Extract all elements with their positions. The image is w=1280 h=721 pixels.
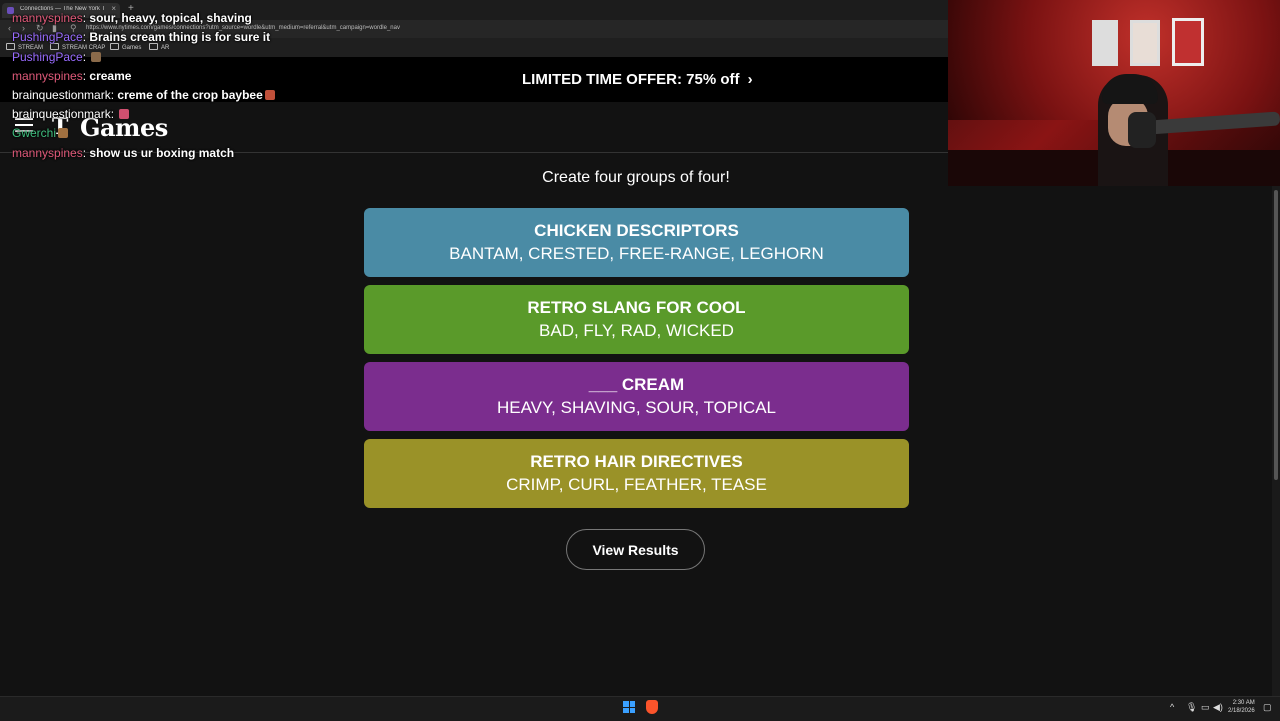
wall-frame: [1172, 18, 1204, 66]
offer-text: LIMITED TIME OFFER: 75% off: [522, 71, 740, 88]
chat-username: brainquestionmark: [12, 107, 111, 121]
network-icon[interactable]: ▭: [1201, 702, 1210, 713]
solved-group-1: CHICKEN DESCRIPTORS BANTAM, CRESTED, FRE…: [364, 208, 909, 277]
bookmark-label: AR: [161, 45, 170, 51]
solved-group-4: RETRO HAIR DIRECTIVES CRIMP, CURL, FEATH…: [364, 439, 909, 508]
chat-text: Brains cream thing is for sure it: [89, 30, 271, 44]
tray-chevron-icon[interactable]: ^: [1170, 702, 1174, 712]
clock-date: 2/18/2026: [1228, 708, 1255, 714]
bookmark-folder[interactable]: AR: [149, 43, 169, 51]
group-title: CHICKEN DESCRIPTORS: [534, 221, 739, 240]
chevron-right-icon: ›: [747, 71, 753, 88]
chat-message: mannyspines: sour, heavy, topical, shavi…: [12, 11, 252, 25]
wall-frame: [1092, 20, 1118, 66]
offer-link[interactable]: LIMITED TIME OFFER: 75% off ›: [522, 71, 753, 88]
chat-username: mannyspines: [12, 69, 83, 83]
chat-username: Gwerchi: [12, 126, 57, 140]
folder-icon: [110, 43, 119, 50]
taskbar: [0, 696, 1280, 721]
group-words: CRIMP, CURL, FEATHER, TEASE: [506, 475, 767, 494]
chat-message: brainquestionmark:: [12, 107, 130, 121]
microphone-tray-icon[interactable]: 🎙: [1186, 702, 1197, 713]
chat-message: Gwerchi: [12, 126, 69, 140]
taskbar-clock[interactable]: 2:30 AM 2/18/2026: [1228, 699, 1255, 715]
chat-username: PushingPace: [12, 50, 83, 64]
emote-icon: [58, 128, 69, 138]
chat-username: mannyspines: [12, 146, 83, 160]
chat-message: PushingPace: Brains cream thing is for s…: [12, 30, 270, 44]
notification-icon[interactable]: ▢: [1263, 702, 1272, 713]
folder-icon: [6, 43, 15, 50]
chat-message: PushingPace:: [12, 50, 102, 64]
page-background: [948, 186, 1272, 696]
chat-separator: :: [110, 107, 118, 121]
chat-text: creame: [89, 69, 132, 83]
wall-frame: [1130, 20, 1160, 66]
bookmark-folder[interactable]: Games: [110, 43, 141, 51]
chat-message: mannyspines: creame: [12, 69, 131, 83]
chat-username: PushingPace: [12, 30, 83, 44]
chat-text: show us ur boxing match: [89, 146, 235, 160]
chat-text: sour, heavy, topical, shaving: [89, 11, 252, 25]
group-title: RETRO HAIR DIRECTIVES: [530, 452, 743, 471]
microphone-icon: [1128, 112, 1156, 148]
group-words: HEAVY, SHAVING, SOUR, TOPICAL: [496, 398, 776, 417]
windows-start-icon[interactable]: [623, 701, 635, 713]
chat-username: mannyspines: [12, 11, 83, 25]
back-icon[interactable]: ‹: [8, 23, 11, 33]
scrollbar[interactable]: [1272, 186, 1280, 696]
clock-time: 2:30 AM: [1232, 700, 1255, 706]
chat-text: creme of the crop baybee: [117, 88, 263, 102]
chat-message: mannyspines: show us ur boxing match: [12, 146, 234, 160]
group-title: ___ CREAM: [588, 375, 685, 394]
emote-icon: [119, 109, 130, 119]
group-words: BANTAM, CRESTED, FREE-RANGE, LEGHORN: [449, 244, 824, 263]
solved-group-2: RETRO SLANG FOR COOL BAD, FLY, RAD, WICK…: [364, 285, 909, 354]
folder-icon: [50, 43, 59, 50]
bookmark-label: Games: [122, 45, 142, 51]
folder-icon: [149, 43, 158, 50]
volume-icon[interactable]: ◀): [1213, 702, 1223, 713]
solved-group-3: ___ CREAM HEAVY, SHAVING, SOUR, TOPICAL: [364, 362, 909, 431]
webcam-feed: [948, 0, 1280, 186]
emote-icon: [264, 90, 275, 100]
chat-username: brainquestionmark: [12, 88, 111, 102]
view-results-button[interactable]: View Results: [566, 529, 705, 570]
group-words: BAD, FLY, RAD, WICKED: [539, 321, 734, 340]
scrollbar-thumb[interactable]: [1274, 190, 1278, 480]
chat-separator: :: [82, 50, 90, 64]
group-title: RETRO SLANG FOR COOL: [527, 298, 746, 317]
emote-icon: [91, 52, 102, 62]
chat-message: brainquestionmark: creme of the crop bay…: [12, 88, 275, 102]
brave-browser-icon[interactable]: [646, 700, 658, 714]
